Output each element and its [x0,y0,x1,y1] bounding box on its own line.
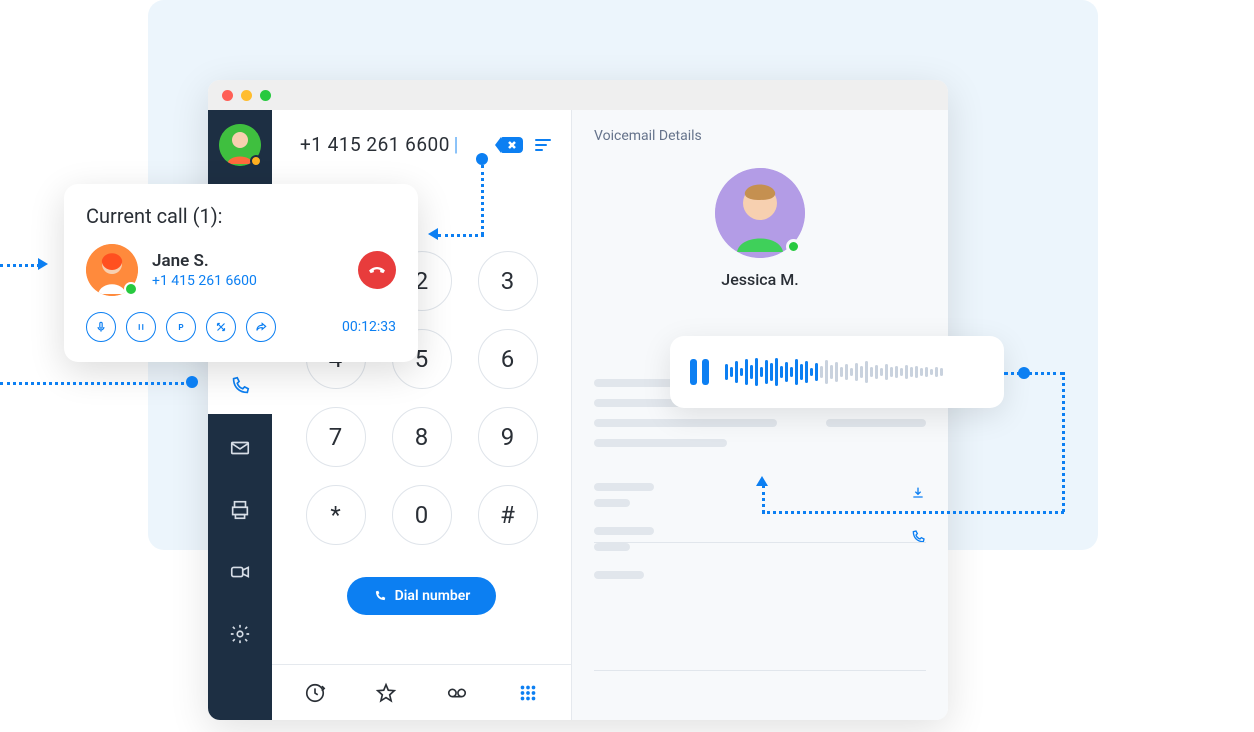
mail-icon [229,437,251,459]
sidebar-item-fax[interactable] [208,482,272,538]
annotation-line [762,511,1064,514]
annotation-line [1004,372,1064,375]
annotation-arrow [0,264,40,267]
annotation-line [762,485,765,513]
arrow-head-icon [428,228,438,240]
park-button[interactable]: P [166,312,196,342]
keypad-grid-icon [517,682,539,704]
hold-button[interactable] [126,312,156,342]
dial-button[interactable]: Dial number [347,577,497,615]
mute-button[interactable] [86,312,116,342]
transfer-button[interactable] [206,312,236,342]
share-arrow-icon [254,320,268,334]
voicemail-panel-title: Voicemail Details [594,128,926,144]
phone-fill-icon [373,589,387,603]
keypad-hash[interactable]: # [478,485,538,545]
current-call-card: Current call (1): Jane S. +1 415 261 660… [64,184,418,362]
voicemail-action-item[interactable] [594,571,926,579]
keypad-6[interactable]: 6 [478,329,538,389]
filter-button[interactable] [535,139,551,151]
park-p-icon: P [174,320,188,334]
hangup-button[interactable] [358,251,396,289]
tab-favorites[interactable] [370,677,402,709]
voicemail-action-download[interactable] [594,483,926,507]
window-title-bar [208,80,948,110]
voicemail-contact-avatar[interactable] [715,168,805,258]
tab-voicemail[interactable] [441,677,473,709]
traffic-light-minimize-icon[interactable] [241,90,252,101]
divider [594,670,926,671]
dialer-input-row: +1 415 261 6600| [272,110,571,180]
annotation-line [1062,372,1065,512]
traffic-light-zoom-icon[interactable] [260,90,271,101]
dialer-tabs [272,664,571,720]
call-duration: 00:12:33 [342,319,396,335]
phone-icon [910,529,926,549]
star-icon [375,682,397,704]
fax-icon [229,499,251,521]
backspace-button[interactable] [501,137,523,153]
history-icon [304,682,326,704]
arrow-head-icon [756,476,768,486]
keypad-star[interactable]: * [306,485,366,545]
voicemail-actions-list [594,483,926,579]
phone-hangup-icon [364,257,389,282]
tab-keypad[interactable] [512,677,544,709]
audio-player-card [670,336,1004,408]
sidebar-item-messages[interactable] [208,420,272,476]
dial-button-label: Dial number [395,588,471,604]
traffic-light-close-icon[interactable] [222,90,233,101]
annotation-line [0,382,190,385]
divider [594,542,926,543]
current-call-title: Current call (1): [86,204,396,228]
voicemail-contact-name: Jessica M. [721,270,798,289]
keypad-0[interactable]: 0 [392,485,452,545]
x-icon [507,140,517,150]
caller-avatar[interactable] [86,244,138,296]
voicemail-action-callback[interactable] [594,527,926,551]
audio-waveform[interactable] [725,357,980,387]
tab-history[interactable] [299,677,331,709]
annotation-line [481,165,484,235]
caller-name: Jane S. [152,251,344,271]
voicemail-icon [446,682,468,704]
crossed-arrows-icon [214,320,228,334]
voicemail-panel: Voicemail Details Jessica M. [572,110,948,720]
annotation-dot-icon [186,376,198,388]
arrow-head-icon [38,258,48,270]
phone-icon [229,375,251,397]
keypad-9[interactable]: 9 [478,407,538,467]
caller-number: +1 415 261 6600 [152,273,344,289]
pause-icon [134,320,148,334]
svg-text:P: P [178,322,183,332]
gear-icon [229,623,251,645]
sidebar-item-settings[interactable] [208,606,272,662]
status-indicator-online-icon [786,239,801,254]
keypad-7[interactable]: 7 [306,407,366,467]
dialed-number-display: +1 415 261 6600| [300,133,459,156]
status-indicator-away-icon [250,155,262,167]
status-indicator-online-icon [124,282,138,296]
pause-bar-icon [702,359,709,385]
annotation-line [438,234,484,237]
download-icon [910,485,926,505]
pause-bar-icon [690,359,697,385]
pause-button[interactable] [690,359,709,385]
annotation-dot-icon [476,153,488,165]
mic-icon [94,320,108,334]
forward-button[interactable] [246,312,276,342]
current-user-avatar[interactable] [219,124,261,166]
video-icon [229,561,251,583]
sidebar-item-video[interactable] [208,544,272,600]
keypad-3[interactable]: 3 [478,251,538,311]
sidebar-item-phone[interactable] [208,358,272,414]
keypad-8[interactable]: 8 [392,407,452,467]
